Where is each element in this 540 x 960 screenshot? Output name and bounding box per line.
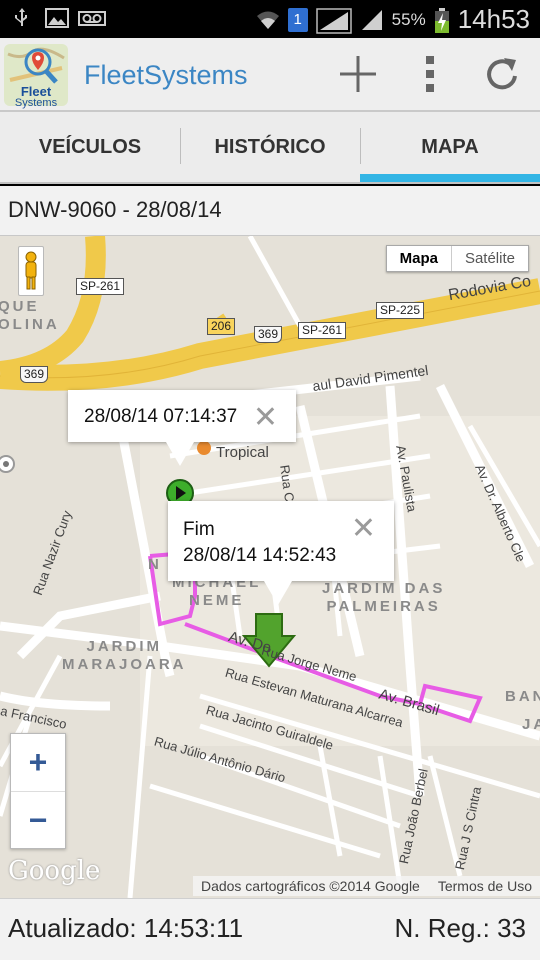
route-shield: 369 [20, 366, 49, 383]
signal-icon [315, 7, 352, 34]
image-icon [44, 6, 69, 30]
map-type-toggle: Mapa Satélite [385, 245, 529, 272]
last-updated-label: Atualizado: 14:53:11 [8, 913, 244, 943]
plus-icon [340, 56, 376, 92]
map-data-credit: Dados cartográficos ©2014 Google [200, 878, 420, 894]
end-info-window[interactable]: Fim 28/08/14 14:52:43 ✕ [168, 501, 394, 605]
battery-charging-icon [434, 7, 450, 33]
zoom-out-button[interactable]: − [11, 791, 65, 848]
route-shield: SP-225 [376, 302, 425, 319]
start-info-text: 28/08/14 07:14:37 [84, 406, 238, 427]
close-icon[interactable]: ✕ [351, 514, 376, 544]
tab-veiculos[interactable]: VEÍCULOS [0, 112, 180, 182]
route-shield: 206 [207, 318, 236, 335]
tab-label: HISTÓRICO [214, 135, 326, 158]
status-bar: 1 55% 14h53 [0, 0, 540, 38]
close-icon[interactable]: ✕ [253, 403, 278, 433]
map-area-label: QUE OLINA [0, 298, 60, 333]
app-title: FleetSystems [84, 60, 248, 90]
action-bar: Fleet Systems FleetSystems [0, 38, 540, 112]
status-footer: Atualizado: 14:53:11 N. Reg.: 33 [0, 898, 540, 960]
map-view[interactable]: QUE OLINA MICHAEL NEME JARDIM DAS PALMEIRAS… [0, 236, 540, 898]
refresh-icon [487, 58, 517, 90]
vehicle-header: DNW-9060 - 28/08/14 [0, 186, 540, 236]
add-button[interactable] [334, 50, 382, 98]
map-poi-label: Tropical [216, 444, 269, 461]
vehicle-title: DNW-9060 - 28/08/14 [8, 197, 222, 222]
map-area-label: N [148, 556, 162, 573]
more-vert-icon [426, 56, 434, 92]
battery-percentage: 55% [391, 9, 426, 29]
route-shield: SP-261 [76, 278, 125, 295]
start-info-window[interactable]: 28/08/14 07:14:37 ✕ [68, 390, 296, 466]
route-shield: SP-261 [298, 322, 347, 339]
overflow-menu-button[interactable] [406, 50, 454, 98]
sim-badge-icon: 1 [287, 7, 308, 32]
map-area-label: JA [522, 716, 540, 733]
app-logo[interactable]: Fleet Systems [2, 40, 70, 110]
terms-link[interactable]: Termos de Uso [438, 878, 532, 894]
clock: 14h53 [457, 4, 530, 34]
record-count-label: N. Reg.: 33 [394, 913, 526, 943]
map-area-label: JARDIM DAS PALMEIRAS [322, 580, 446, 615]
end-info-content: Fim 28/08/14 14:52:43 [183, 517, 336, 569]
zoom-in-button[interactable]: + [11, 734, 65, 791]
wifi-icon [256, 8, 280, 32]
end-info-text: 28/08/14 14:52:43 [183, 545, 337, 566]
tab-historico[interactable]: HISTÓRICO [180, 112, 360, 182]
signal-icon [360, 8, 384, 32]
zoom-controls: + − [10, 733, 66, 849]
route-shield: 369 [254, 326, 283, 343]
end-info-title: Fim [183, 519, 215, 540]
map-type-map-button[interactable]: Mapa [387, 246, 452, 271]
voicemail-icon [78, 6, 106, 30]
info-window-tail [264, 581, 292, 605]
tab-label: VEÍCULOS [38, 135, 142, 158]
google-logo: Google [8, 856, 101, 886]
refresh-button[interactable] [478, 50, 526, 98]
tab-bar: VEÍCULOS HISTÓRICO MAPA [0, 112, 540, 184]
map-type-satellite-button[interactable]: Satélite [452, 246, 528, 271]
map-area-label: BAN [505, 688, 540, 705]
tab-mapa[interactable]: MAPA [360, 112, 540, 182]
map-area-label: JARDIM MARAJOARA [62, 638, 187, 673]
tab-label: MAPA [421, 135, 479, 158]
app-logo-text: Systems [15, 97, 58, 109]
usb-icon [10, 6, 34, 30]
street-view-pegman-icon[interactable] [18, 246, 44, 296]
info-window-tail [166, 442, 194, 466]
map-attribution: Dados cartográficos ©2014 Google Termos … [192, 876, 540, 896]
